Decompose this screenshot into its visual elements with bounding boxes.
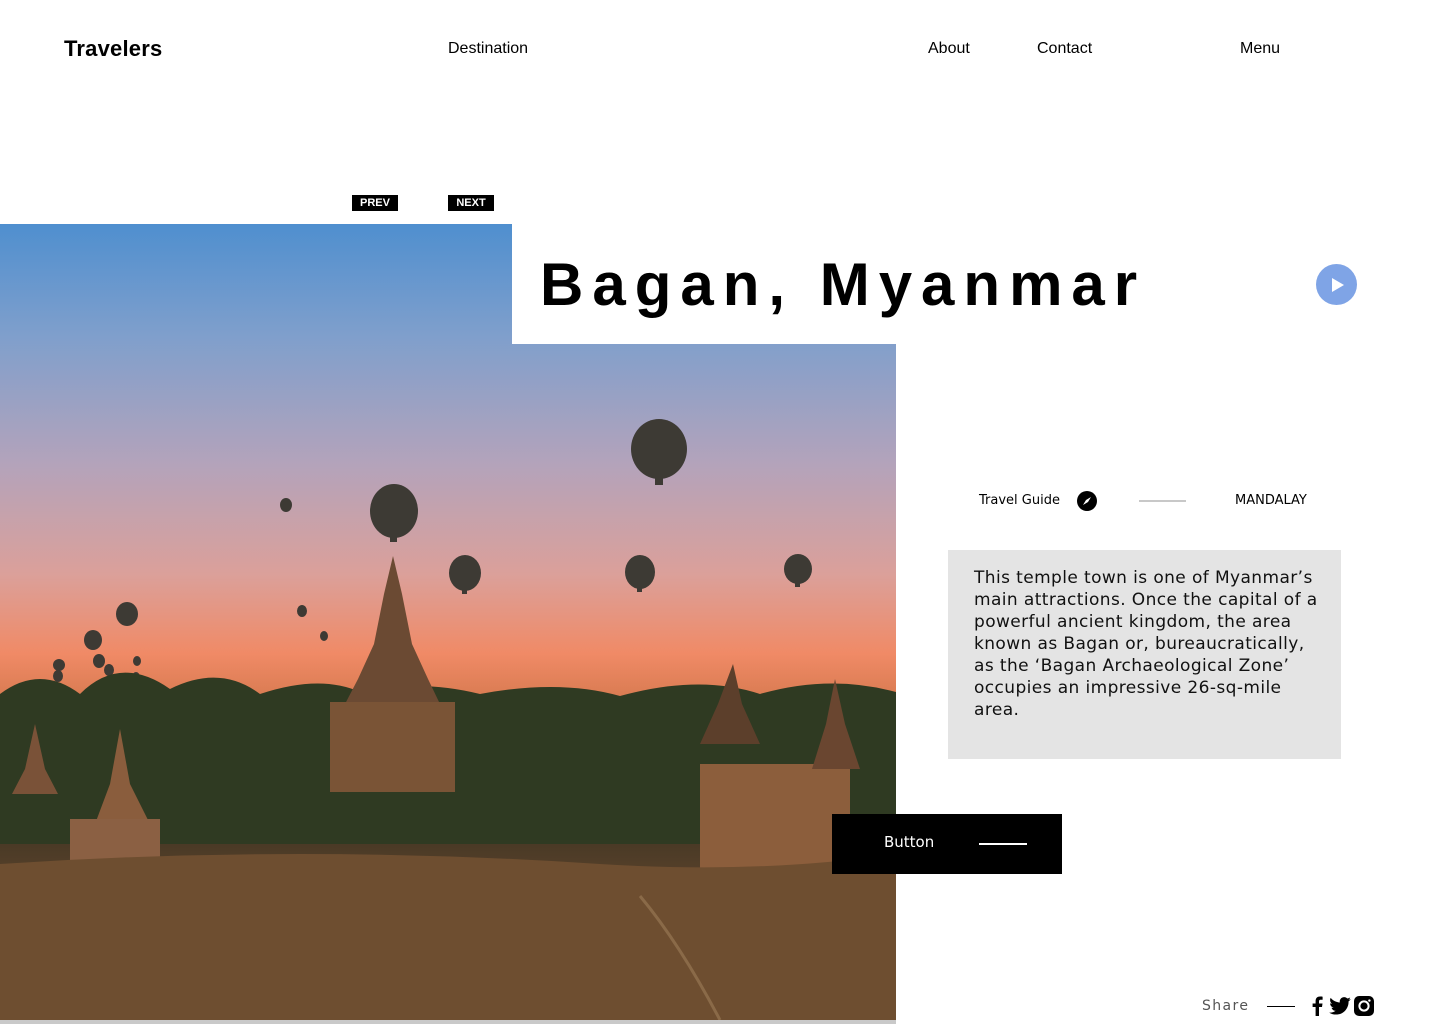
brand-logo[interactable]: Travelers [64,36,162,62]
cta-arrow-line [979,843,1027,845]
info-divider [1139,500,1186,502]
travel-guide-label: Travel Guide [979,493,1060,508]
nav-about[interactable]: About [928,40,970,58]
share-divider [1267,1006,1295,1007]
title-container: Bagan, Myanmar [512,224,1212,344]
balloons [53,419,812,682]
nav-menu[interactable]: Menu [1240,40,1280,58]
prev-button[interactable]: PREV [352,195,398,211]
nav-destination[interactable]: Destination [448,40,528,58]
share-label: Share [1202,998,1250,1014]
main-temple [345,556,440,704]
cta-label: Button [884,833,935,851]
hero-bottom-border [0,1020,896,1024]
description-text: This temple town is one of Myanmar’s mai… [974,568,1318,720]
cta-button[interactable]: Button [832,814,1062,874]
play-icon [1331,277,1344,292]
instagram-icon[interactable] [1353,995,1375,1017]
description-card: This temple town is one of Myanmar’s mai… [948,550,1341,759]
page-title: Bagan, Myanmar [540,250,1147,318]
facebook-icon[interactable] [1306,995,1328,1017]
ground [0,854,896,1020]
nav-contact[interactable]: Contact [1037,40,1092,58]
play-button[interactable] [1316,264,1357,305]
compass-icon[interactable] [1077,491,1097,511]
region-label: MANDALAY [1235,493,1307,508]
next-button[interactable]: NEXT [448,195,494,211]
twitter-icon[interactable] [1329,995,1351,1017]
